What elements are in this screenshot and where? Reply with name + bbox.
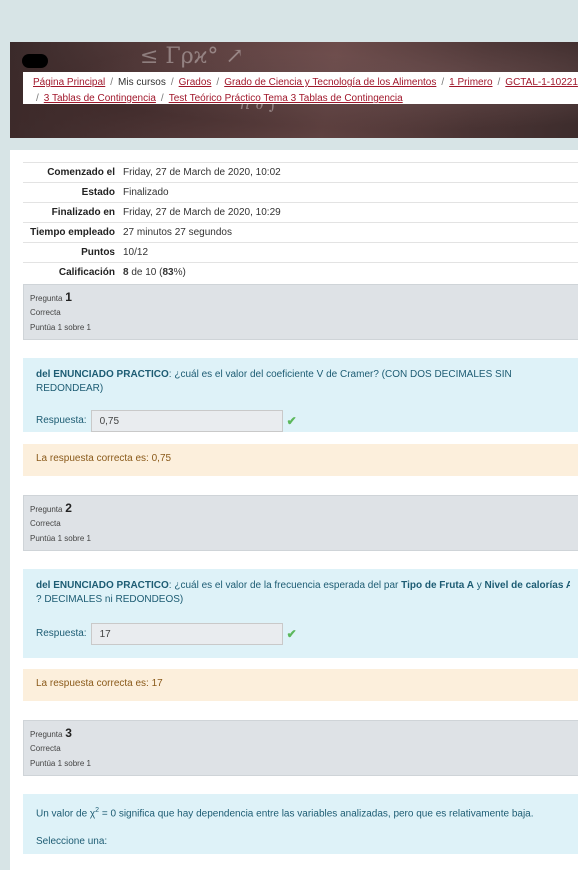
grade-end: %) [173,267,186,278]
check-icon: ✔ [286,627,297,641]
summary-row-time: Tiempo empleado 27 minutos 27 segundos [23,222,578,243]
question-text-bold: del ENUNCIADO PRACTICO [36,580,169,591]
breadcrumb-course-link[interactable]: GCTAL-1-10221 [505,77,578,88]
breadcrumb-home-link[interactable]: Página Principal [33,77,105,88]
breadcrumb-my-courses: Mis cursos [118,77,166,88]
question-info-2: Pregunta 2 Correcta Puntúa 1 sobre 1 [23,495,578,551]
breadcrumb-line-2: / 3 Tablas de Contingencia / Test Teórico P… [33,91,573,107]
summary-row-finished: Finalizado en Friday, 27 de March de 202… [23,202,578,223]
check-icon: ✔ [286,414,297,428]
question-status: Correcta [30,308,61,317]
question-text-bold-2: Tipo de Fruta A [401,580,474,591]
answer-field[interactable]: 17 [90,623,283,645]
breadcrumb: Página Principal / Mis cursos / Grados / Grado… [23,72,578,104]
breadcrumb-separator: / [497,77,501,88]
question-number: 2 [65,501,72,515]
summary-label: Comenzado el [47,167,115,178]
summary-label: Finalizado en [51,207,115,218]
question-text-bold: del ENUNCIADO PRACTICO [36,369,169,380]
question-text-1: del ENUNCIADO PRACTICO: ¿cuál es el valo… [23,358,578,432]
breadcrumb-separator: / [170,77,174,88]
answer-label: Respuesta: [36,415,87,426]
breadcrumb-separator: / [36,93,39,104]
summary-row-started: Comenzado el Friday, 27 de March de 2020… [23,162,578,183]
breadcrumb-separator: / [160,93,164,104]
attempt-summary-table: Comenzado el Friday, 27 de March de 2020… [23,162,578,282]
question-status: Correcta [30,744,61,753]
select-prompt: Seleccione una: [36,836,108,848]
answer-field[interactable]: 0,75 [90,410,283,432]
question-number: 1 [65,290,72,304]
summary-label: Estado [81,187,115,198]
question-text-3: Un valor de χ2 = 0 significa que hay dep… [23,794,578,854]
question-text-pre: Un valor de χ [36,808,96,820]
breadcrumb-separator: / [216,77,220,88]
summary-label: Puntos [81,247,115,258]
question-prefix: Pregunta [30,730,63,739]
question-info-3: Pregunta 3 Correcta Puntúa 1 sobre 1 [23,720,578,776]
summary-row-grade: Calificación 8 de 10 (83%) [23,262,578,283]
correct-answer-feedback-1: La respuesta correcta es: 0,75 [23,444,578,476]
question-info-1: Pregunta 1 Correcta Puntúa 1 sobre 1 [23,284,578,340]
breadcrumb-grados-link[interactable]: Grados [179,77,212,88]
question-text-mid: y [473,580,485,591]
summary-value: Finalizado [123,187,169,198]
summary-row-points: Puntos 10/12 [23,242,578,263]
breadcrumb-separator: / [110,77,114,88]
chalk-scribble: ≤ Γρϰ° ↗ [140,44,244,69]
answer-row: Respuesta: 0,75 ✔ [36,410,570,432]
question-prefix: Pregunta [30,294,63,303]
question-mark: Puntúa 1 sobre 1 [30,534,91,543]
grade-percent: 83 [162,267,174,278]
question-number: 3 [65,726,72,740]
grade-mid: de 10 ( [128,267,163,278]
summary-label: Calificación [58,267,115,278]
question-mark: Puntúa 1 sobre 1 [30,759,91,768]
question-text-body: : ¿cuál es el valor de la frecuencia esp… [168,580,402,591]
summary-label: Tiempo empleado [30,227,115,238]
question-text-bold-3: Nivel de calorías Alto [484,580,571,591]
summary-value: 27 minutos 27 segundos [123,227,232,238]
question-status: Correcta [30,519,61,528]
question-mark: Puntúa 1 sobre 1 [30,323,91,332]
breadcrumb-topic-link[interactable]: 3 Tablas de Contingencia [44,93,156,104]
course-header-banner: ≤ Γρϰ° ↗ ℏ ∂ ∫ Página Principal/Mis curs… [10,42,578,138]
summary-value: Friday, 27 de March de 2020, 10:29 [123,207,281,218]
summary-row-state: Estado Finalizado [23,182,578,203]
question-text-end: ? DECIMALES ni REDONDEOS) [36,594,184,605]
summary-value: 10/12 [123,247,149,258]
summary-value: 8 de 10 (83%) [119,263,578,283]
breadcrumb-line-1: Página Principal / Mis cursos / Grados / Grado… [33,75,578,91]
question-prefix: Pregunta [30,505,63,514]
breadcrumb-year-link[interactable]: 1 Primero [449,77,492,88]
breadcrumb-degree-link[interactable]: Grado de Ciencia y Tecnología de los Ali… [224,77,436,88]
question-text-2: del ENUNCIADO PRACTICO: ¿cuál es el valo… [23,569,578,658]
correct-answer-feedback-2: La respuesta correcta es: 17 [23,669,578,701]
redacted-label [22,54,48,68]
answer-row: Respuesta: 17 ✔ [36,623,570,645]
breadcrumb-separator: / [441,77,445,88]
question-text-body: = 0 significa que hay dependencia entre … [99,808,534,820]
answer-label: Respuesta: [36,628,87,639]
breadcrumb-quiz-link[interactable]: Test Teórico Práctico Tema 3 Tablas de C… [169,93,403,104]
quiz-review-panel: Comenzado el Friday, 27 de March de 2020… [10,150,578,870]
summary-value: Friday, 27 de March de 2020, 10:02 [123,167,281,178]
